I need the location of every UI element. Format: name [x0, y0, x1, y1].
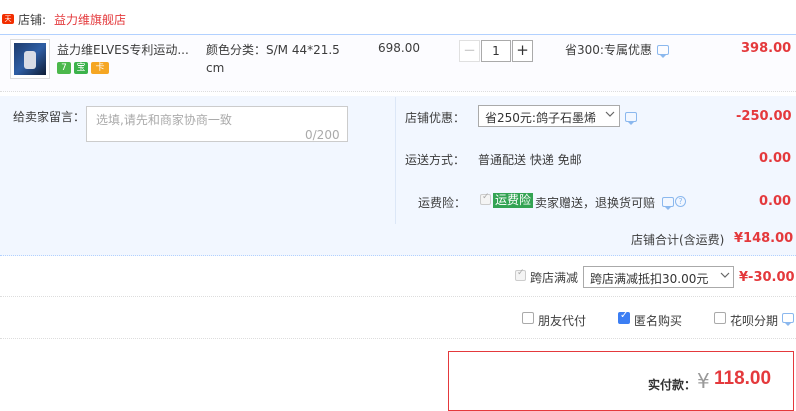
currency-symbol: ¥	[697, 369, 710, 393]
quantity-increase-button[interactable]: +	[512, 40, 533, 62]
memo-label: 给卖家留言：	[13, 110, 86, 124]
payment-label: 实付款：	[648, 378, 697, 392]
promo-chat-icon[interactable]	[657, 45, 669, 58]
friend-pay-checkbox[interactable]	[522, 312, 534, 324]
guarantee-icon[interactable]: 宝	[74, 62, 88, 74]
cross-store-checkbox[interactable]	[515, 268, 526, 281]
item-promo: 省300:专属优惠	[565, 43, 652, 57]
product-thumbnail[interactable]	[10, 39, 50, 79]
chevron-down-icon	[605, 111, 615, 117]
cross-store-amount: ¥-30.00	[739, 270, 795, 285]
unit-price: 698.00	[378, 41, 420, 55]
quantity-decrease-button[interactable]: −	[459, 40, 480, 62]
seven-day-return-icon[interactable]: 7	[57, 62, 71, 74]
credit-card-icon[interactable]: 卡	[91, 62, 109, 74]
cross-store-selected: 跨店满减抵扣30.00元	[590, 272, 709, 286]
huabei-info-icon[interactable]	[782, 313, 794, 326]
shop-name-link[interactable]: 益力维旗舰店	[54, 11, 126, 28]
divider	[0, 338, 796, 339]
insurance-checkbox[interactable]	[480, 192, 491, 205]
chevron-down-icon	[720, 272, 730, 278]
insurance-badge: 运费险	[493, 193, 534, 208]
shop-total-label: 店铺合计(含运费)	[631, 233, 725, 247]
shop-coupon-label: 店铺优惠：	[405, 111, 466, 125]
shipping-method: 普通配送 快递 免邮	[478, 153, 582, 167]
insurance-amount: 0.00	[759, 194, 792, 209]
anonymous-purchase-label[interactable]: 匿名购买	[634, 312, 682, 329]
tmall-icon: 天猫	[2, 14, 14, 33]
shipping-label: 运送方式：	[405, 153, 466, 167]
huabei-installment-checkbox[interactable]	[714, 312, 726, 324]
memo-placeholder: 选填,请先和商家协商一致	[96, 113, 232, 127]
payment-amount: 118.00	[714, 368, 772, 389]
shipping-amount: 0.00	[759, 151, 792, 166]
huabei-installment-label[interactable]: 花呗分期	[730, 312, 778, 329]
sku-info: 颜色分类：S/M 44*21.5 cm	[206, 43, 340, 75]
insurance-description: 卖家赠送，退换货可赔	[535, 196, 656, 210]
shop-label: 店铺:	[18, 13, 47, 27]
coupon-chat-icon[interactable]	[625, 112, 637, 125]
item-subtotal: 398.00	[741, 41, 792, 56]
cross-store-label: 跨店满减	[530, 271, 579, 285]
shop-total-value: ¥148.00	[734, 231, 794, 246]
help-icon[interactable]: ?	[675, 196, 686, 207]
divider	[0, 296, 796, 297]
insurance-label: 运费险：	[418, 196, 467, 210]
service-icons: 7 宝 卡	[57, 62, 109, 74]
anonymous-purchase-checkbox[interactable]	[618, 310, 630, 324]
shop-coupon-selected: 省250元:鸽子石墨烯	[485, 111, 596, 125]
product-title-link[interactable]: 益力维ELVES专利运动...	[57, 41, 197, 58]
shop-coupon-amount: -250.00	[736, 109, 792, 124]
insurance-chat-icon[interactable]	[662, 197, 674, 210]
friend-pay-label[interactable]: 朋友代付	[538, 312, 586, 329]
quantity-input[interactable]: 1	[481, 40, 511, 62]
extras-divider	[395, 97, 396, 224]
memo-char-counter: 0/200	[305, 128, 340, 142]
